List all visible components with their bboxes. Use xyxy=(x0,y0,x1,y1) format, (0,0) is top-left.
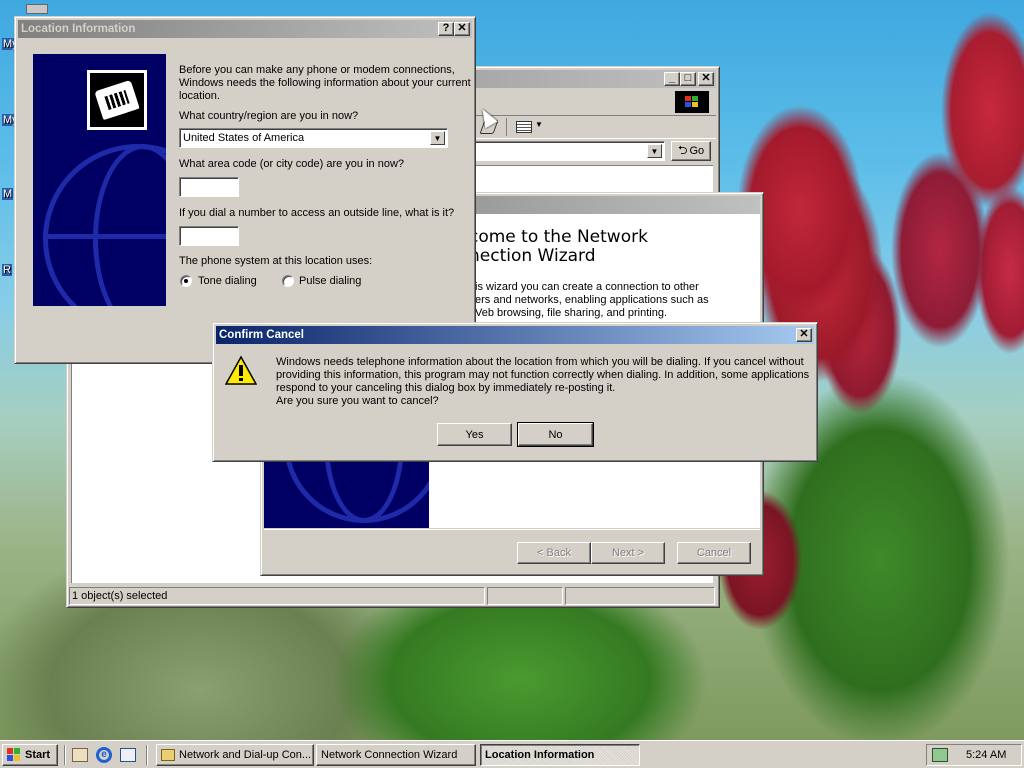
taskbar: Start e Network and Dial-up Con... Netwo… xyxy=(0,740,1024,768)
task-button-wizard[interactable]: Network Connection Wizard xyxy=(316,744,476,766)
desktop-icon-label[interactable]: R xyxy=(2,264,12,276)
show-desktop-icon[interactable] xyxy=(72,748,88,762)
status-bar-pane xyxy=(565,587,715,605)
minimize-button[interactable]: _ xyxy=(664,72,680,86)
yes-button[interactable]: Yes xyxy=(437,423,512,446)
next-button[interactable]: Next > xyxy=(591,542,665,564)
tone-dialing-label[interactable]: Tone dialing xyxy=(198,275,257,287)
wizard-body-text: Veb browsing, file sharing, and printing… xyxy=(475,307,668,319)
outside-line-field[interactable] xyxy=(179,226,239,246)
views-icon[interactable] xyxy=(516,121,532,133)
wizard-body-text: is wizard you can create a connection to… xyxy=(475,281,699,293)
windows-logo-icon xyxy=(675,91,709,113)
pulse-dialing-radio[interactable] xyxy=(282,275,294,287)
status-bar-pane: 1 object(s) selected xyxy=(69,587,485,605)
confirm-dialog: Confirm Cancel ✕ Windows needs telephone… xyxy=(212,322,818,462)
back-button[interactable]: < Back xyxy=(517,542,591,564)
taskbar-separator xyxy=(146,745,148,765)
confirm-title: Confirm Cancel xyxy=(219,329,304,341)
network-tray-icon[interactable] xyxy=(932,748,948,762)
location-title: Location Information xyxy=(21,23,136,35)
country-select[interactable]: United States of America ▼ xyxy=(179,128,448,148)
quick-launch-grip xyxy=(64,745,66,765)
area-code-label: What area code (or city code) are you in… xyxy=(179,158,405,170)
location-titlebar[interactable]: Location Information ? ✕ xyxy=(18,20,472,38)
tone-dialing-radio[interactable] xyxy=(180,275,192,287)
intro-text: location. xyxy=(179,90,220,102)
go-button[interactable]: ⮌ Go xyxy=(671,141,711,161)
close-button[interactable]: ✕ xyxy=(454,22,470,36)
address-field[interactable]: ▼ xyxy=(467,141,665,161)
phone-icon xyxy=(87,70,147,130)
network-folder-icon xyxy=(161,749,175,761)
confirm-message: Windows needs telephone information abou… xyxy=(276,356,804,368)
intro-text: Windows needs the following information … xyxy=(179,77,471,89)
confirm-titlebar[interactable]: Confirm Cancel ✕ xyxy=(216,326,814,344)
wizard-heading: come to the Network xyxy=(469,227,648,247)
globe-latitude xyxy=(43,234,166,239)
country-label: What country/region are you in now? xyxy=(179,110,359,122)
confirm-message: respond to your canceling this dialog bo… xyxy=(276,382,616,394)
close-button[interactable]: ✕ xyxy=(796,328,812,342)
wizard-heading: nection Wizard xyxy=(469,246,596,266)
task-label: Location Information xyxy=(485,749,595,761)
start-label: Start xyxy=(25,749,51,761)
location-side-graphic xyxy=(33,54,166,306)
task-button-location[interactable]: Location Information xyxy=(480,744,640,766)
wizard-body-text: ers and networks, enabling applications … xyxy=(475,294,709,306)
close-button[interactable]: ✕ xyxy=(698,72,714,86)
address-dropdown-button[interactable]: ▼ xyxy=(647,144,662,158)
area-code-field[interactable] xyxy=(179,177,239,197)
status-text: 1 object(s) selected xyxy=(72,590,168,602)
wizard-divider xyxy=(264,529,760,530)
chevron-down-icon[interactable]: ▼ xyxy=(430,131,445,145)
clock[interactable]: 5:24 AM xyxy=(966,749,1006,761)
warning-icon xyxy=(224,355,258,387)
confirm-message: providing this information, this program… xyxy=(276,369,810,381)
intro-text: Before you can make any phone or modem c… xyxy=(179,64,455,76)
windows-logo-icon xyxy=(6,748,22,762)
pulse-dialing-label[interactable]: Pulse dialing xyxy=(299,275,361,287)
task-label: Network and Dial-up Con... xyxy=(179,749,312,761)
location-dialog: Location Information ? ✕ Before you can … xyxy=(14,16,476,364)
wizard-side-graphic xyxy=(264,453,429,528)
start-button[interactable]: Start xyxy=(2,744,58,766)
task-button-network-dialup[interactable]: Network and Dial-up Con... xyxy=(156,744,314,766)
outside-line-label: If you dial a number to access an outsid… xyxy=(179,207,455,219)
phone-system-label: The phone system at this location uses: xyxy=(179,255,373,267)
outlook-express-icon[interactable] xyxy=(120,748,136,762)
no-button[interactable]: No xyxy=(517,422,594,447)
internet-explorer-icon[interactable]: e xyxy=(96,747,112,763)
help-button[interactable]: ? xyxy=(438,22,454,36)
confirm-message: Are you sure you want to cancel? xyxy=(276,395,439,407)
system-tray: 5:24 AM xyxy=(926,744,1022,766)
desktop-icon-label[interactable]: M xyxy=(2,188,14,200)
status-bar-pane xyxy=(487,587,563,605)
country-select-value: United States of America xyxy=(183,132,305,144)
task-label: Network Connection Wizard xyxy=(321,749,458,761)
desktop-icon-graphic[interactable] xyxy=(26,4,48,14)
wizard-cancel-button[interactable]: Cancel xyxy=(677,542,751,564)
maximize-button[interactable]: □ xyxy=(680,72,696,86)
